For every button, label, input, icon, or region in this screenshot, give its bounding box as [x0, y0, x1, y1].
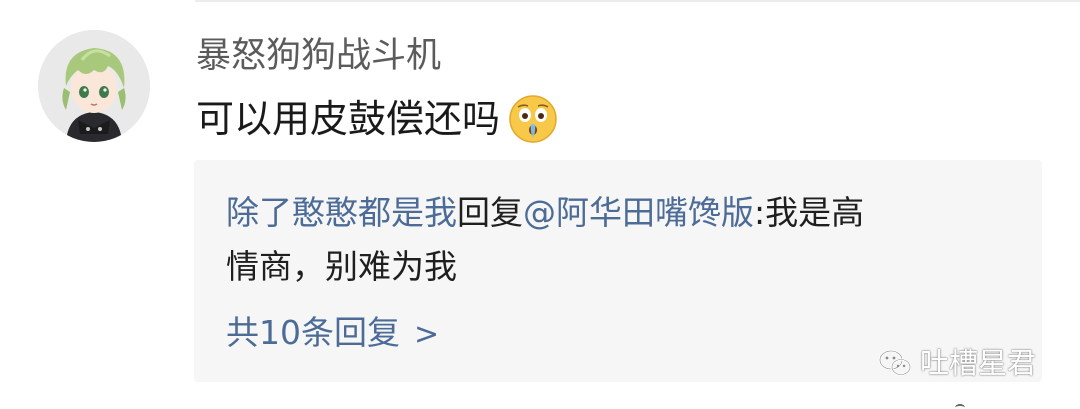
avatar[interactable] [38, 30, 150, 142]
wechat-icon [878, 349, 912, 376]
reply-count-label: 共10条回复 [226, 313, 400, 352]
reply-verb: 回复 [457, 193, 523, 232]
reply-mention[interactable]: @阿华田嘴馋版 [523, 193, 754, 232]
avatar-illustration [38, 30, 150, 142]
comment-content: 可以用皮鼓偿还吗 [196, 94, 558, 144]
reply-text-part-1: :我是高 [754, 193, 865, 232]
reply-line-2: 情商，别难为我 [226, 244, 457, 290]
view-replies-link[interactable]: 共10条回复 > [226, 310, 439, 358]
watermark: 吐槽星君 [878, 345, 1036, 381]
reply-author[interactable]: 除了憨憨都是我 [226, 193, 457, 232]
reply-text-part-2: 情商，别难为我 [226, 247, 457, 286]
divider [195, 0, 1080, 2]
watermark-text: 吐槽星君 [919, 346, 1036, 380]
reply-line-1: 除了憨憨都是我回复@阿华田嘴馋版:我是高 [226, 190, 864, 236]
crying-surprised-emoji-icon [509, 95, 557, 143]
partial-emoji-edge [955, 404, 965, 409]
comment-page: 暴怒狗狗战斗机 可以用皮鼓偿还吗 除了憨憨都是我回复@阿华田嘴馋版:我是高 情商… [0, 0, 1080, 409]
chevron-right-icon: > [414, 317, 440, 352]
comment-text: 可以用皮鼓偿还吗 [196, 97, 501, 141]
username[interactable]: 暴怒狗狗战斗机 [196, 34, 441, 78]
